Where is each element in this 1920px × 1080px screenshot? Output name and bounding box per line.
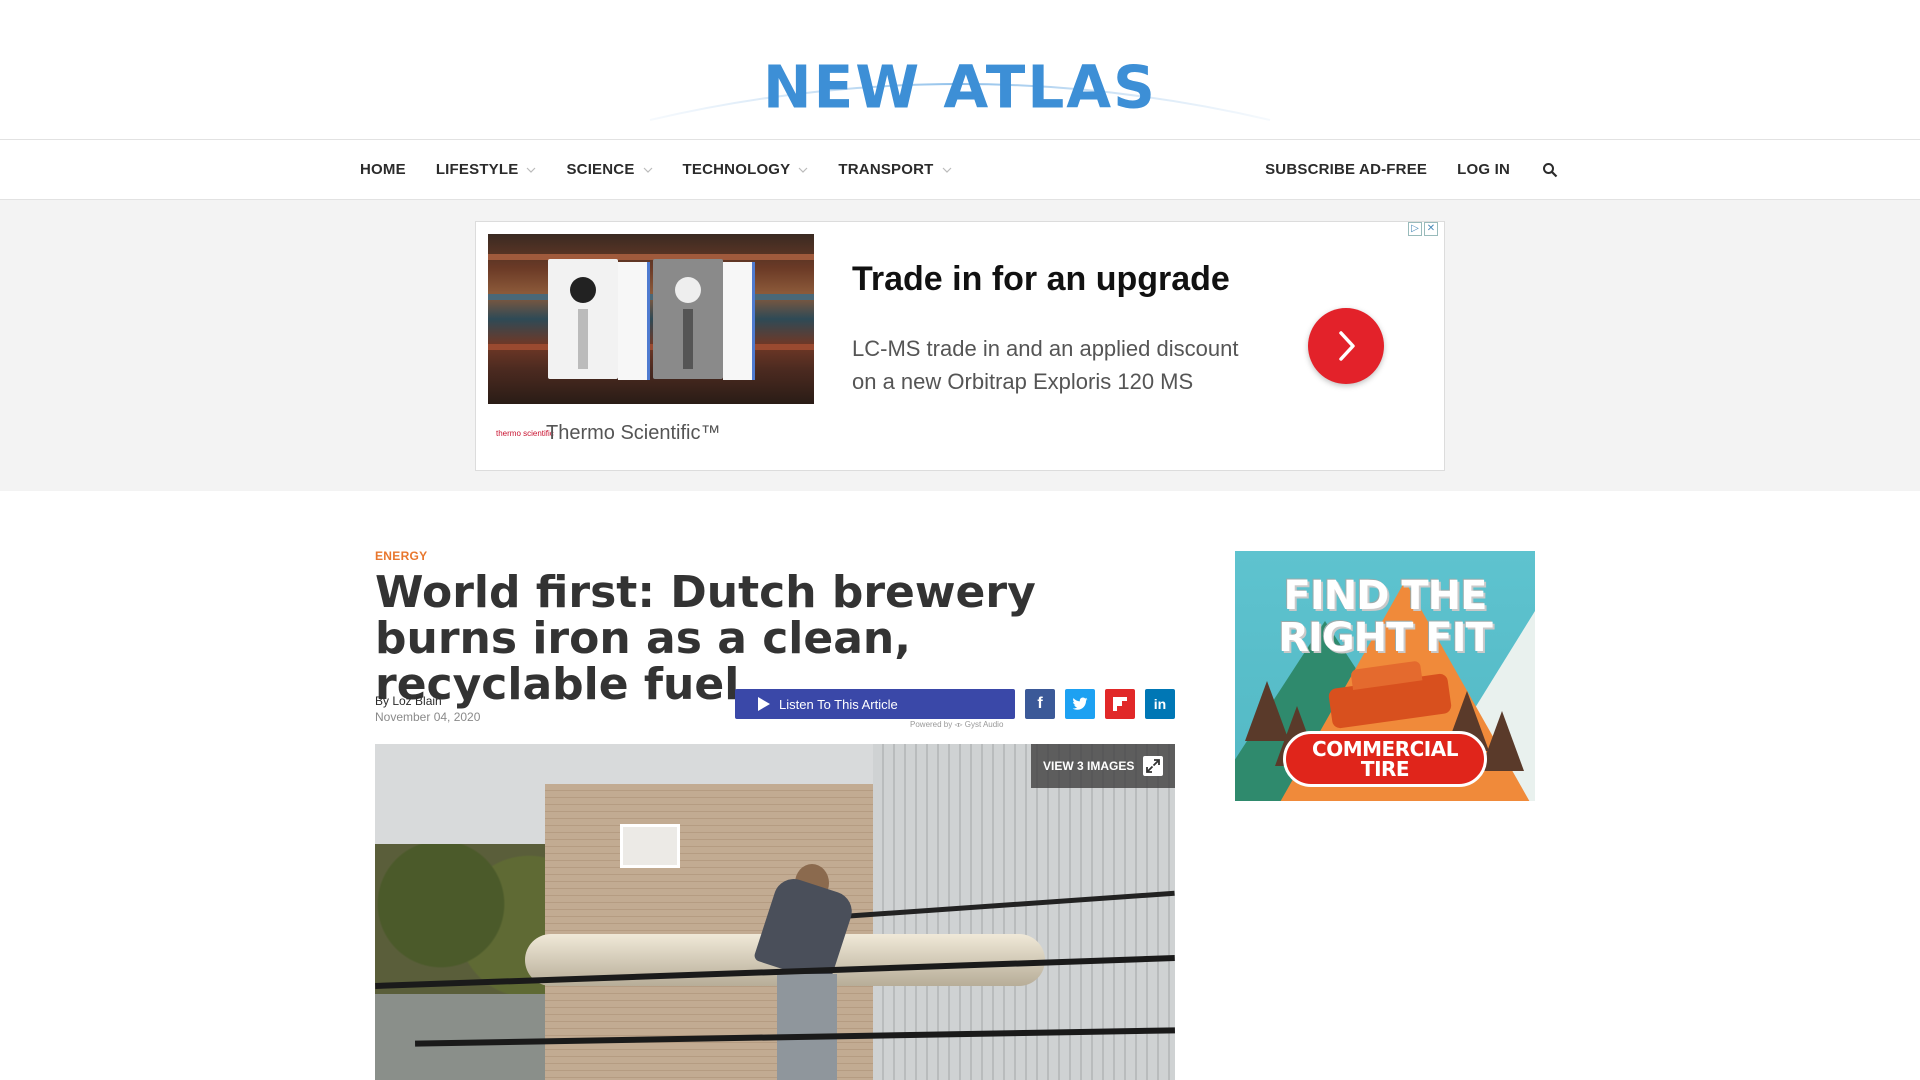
logo-text: NEW ATLAS <box>763 52 1157 122</box>
share-linkedin-button[interactable]: in <box>1145 689 1175 719</box>
linkedin-icon: in <box>1153 696 1167 712</box>
ad-cta-button[interactable] <box>1308 308 1384 384</box>
ad-body[interactable]: LC-MS trade in and an applied discount o… <box>852 332 1242 398</box>
commercial-tire-logo: COMMERCIAL TIRE <box>1283 731 1487 787</box>
ad-choices[interactable]: ▷ ✕ <box>1408 222 1438 236</box>
chevron-right-icon <box>1339 331 1355 361</box>
nav-item-transport[interactable]: TRANSPORT <box>838 161 951 178</box>
facebook-icon: f <box>1037 695 1043 712</box>
log-in-link[interactable]: LOG IN <box>1457 161 1510 178</box>
article-category[interactable]: ENERGY <box>375 549 427 563</box>
ad-product-image[interactable] <box>488 234 814 404</box>
view-images-label: VIEW 3 IMAGES <box>1043 759 1135 773</box>
banner-ad[interactable]: ▷ ✕ Trade in for an upgrade LC-MS trade … <box>475 221 1445 471</box>
hero-image[interactable] <box>375 744 1175 1080</box>
listen-button-label: Listen To This Article <box>779 696 898 712</box>
nav-item-label: TECHNOLOGY <box>682 161 791 178</box>
masthead: NEW ATLAS <box>0 0 1920 140</box>
nav-item-label: LIFESTYLE <box>435 161 519 178</box>
ad-headline[interactable]: Trade in for an upgrade <box>852 260 1230 299</box>
nav-item-technology[interactable]: TECHNOLOGY <box>683 161 809 178</box>
view-images-button[interactable]: VIEW 3 IMAGES <box>1031 744 1175 788</box>
article-byline[interactable]: By Loz Blain <box>375 694 442 708</box>
search-icon <box>1543 162 1558 177</box>
nav-item-label: HOME <box>360 161 406 178</box>
ad-close-icon[interactable]: ✕ <box>1424 222 1438 236</box>
share-twitter-button[interactable] <box>1065 689 1095 719</box>
banner-ad-region: ▷ ✕ Trade in for an upgrade LC-MS trade … <box>0 200 1920 491</box>
nav-item-label: TRANSPORT <box>838 161 934 178</box>
chevron-down-icon <box>942 167 951 173</box>
main-nav: HOME LIFESTYLE SCIENCE TECHNOLOGY TRANSP… <box>0 139 1920 200</box>
play-icon <box>758 697 770 711</box>
article-title: World first: Dutch brewery burns iron as… <box>375 567 1036 710</box>
side-ad-headline: FIND THE RIGHT FIT <box>1278 573 1493 661</box>
article-date: November 04, 2020 <box>375 710 481 724</box>
chevron-down-icon <box>798 167 808 173</box>
share-facebook-button[interactable]: f <box>1025 689 1055 719</box>
badge-line-1: COMMERCIAL <box>1312 737 1458 761</box>
chevron-down-icon <box>643 167 652 173</box>
ad-brand-name[interactable]: Thermo Scientific™ <box>546 422 721 445</box>
search-button[interactable] <box>1540 160 1560 180</box>
nav-item-lifestyle[interactable]: LIFESTYLE <box>436 161 537 178</box>
share-flipboard-button[interactable] <box>1105 689 1135 719</box>
sidebar-ad[interactable]: FIND THE RIGHT FIT COMMERCIAL TIRE <box>1235 551 1535 801</box>
powered-by-text: Powered by ◃▹ Gyst Audio <box>910 720 1004 729</box>
nav-menu: HOME LIFESTYLE SCIENCE TECHNOLOGY TRANSP… <box>360 140 982 199</box>
nav-item-home[interactable]: HOME <box>360 161 406 178</box>
badge-line-2: TIRE <box>1360 757 1410 781</box>
flipboard-icon <box>1113 697 1127 711</box>
subscribe-ad-free-link[interactable]: SUBSCRIBE AD-FREE <box>1265 161 1427 178</box>
twitter-icon <box>1072 697 1088 710</box>
nav-item-label: SCIENCE <box>566 161 635 178</box>
listen-button[interactable]: Listen To This Article <box>735 689 1015 719</box>
chevron-down-icon <box>527 167 536 173</box>
site-logo[interactable]: NEW ATLAS <box>640 28 1280 128</box>
nav-account: SUBSCRIBE AD-FREE LOG IN <box>1235 140 1560 199</box>
expand-icon <box>1143 756 1163 776</box>
nav-item-science[interactable]: SCIENCE <box>566 161 652 178</box>
ad-choices-icon[interactable]: ▷ <box>1408 222 1422 236</box>
